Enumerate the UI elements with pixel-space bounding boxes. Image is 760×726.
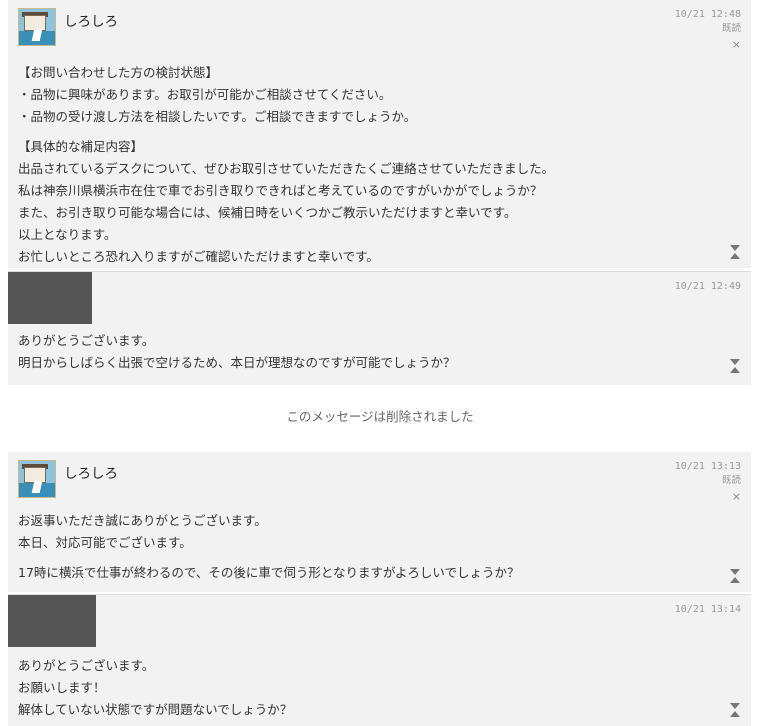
message-line: ・品物の受け渡し方法を相談したいです。ご相談できますでしょうか。	[18, 109, 417, 124]
message-line: 以上となります。	[18, 227, 117, 242]
sender-name[interactable]: しろしろ	[64, 462, 118, 482]
message-line: 私は神奈川県横浜市在住で車でお引き取りできればと考えているのですがいかがでしょう…	[18, 183, 543, 198]
triangle-expand-icon[interactable]	[729, 569, 741, 583]
message-line: お返事いただき誠にありがとうございます。	[18, 513, 267, 528]
read-status: 既読	[721, 475, 741, 486]
message-line: ・品物に興味があります。お取引が可能かご相談させてください。	[18, 87, 392, 102]
message-line: 出品されているデスクについて、ぜひお取引させていただきたくご連絡させていただきま…	[18, 161, 555, 176]
message-item: しろしろ 10/21 12:48 既読 × 【お問い合わせした方の検討状態】 ・…	[8, 0, 751, 268]
read-status: 既読	[721, 23, 741, 34]
message-line: 【お問い合わせした方の検討状態】	[18, 65, 219, 80]
timestamp: 10/21 12:48	[674, 9, 741, 20]
message-meta: 10/21 13:14	[675, 603, 741, 617]
message-body: ありがとうございます。 お願いします！ 解体していない状態ですが問題ないでしょう…	[18, 655, 711, 721]
message-meta: 10/21 12:48 既読 ×	[675, 8, 741, 52]
message-line: 本日、対応可能でございます。	[18, 535, 192, 550]
sender-name[interactable]: しろしろ	[64, 10, 118, 30]
message-item: 10/21 12:49 ありがとうございます。 明日からしばらく出張で空けるため…	[8, 271, 751, 385]
avatar	[8, 272, 92, 324]
triangle-expand-icon[interactable]	[729, 359, 741, 373]
message-line: お願いします！	[18, 680, 106, 695]
message-body: 【お問い合わせした方の検討状態】 ・品物に興味があります。お取引が可能かご相談さ…	[18, 62, 711, 268]
timestamp: 10/21 13:13	[674, 461, 741, 472]
message-line: ありがとうございます。	[18, 658, 155, 673]
user-avatar[interactable]	[18, 8, 56, 46]
message-line: また、お引き取り可能な場合には、候補日時をいくつかご教示いただけますと幸いです。	[18, 205, 517, 220]
message-line: お忙しいところ恐れ入りますがご確認いただけますと幸いです。	[18, 249, 379, 264]
message-thread: しろしろ 10/21 12:48 既読 × 【お問い合わせした方の検討状態】 ・…	[0, 0, 760, 726]
message-line: 明日からしばらく出張で空けるため、本日が理想なのですが可能でしょうか？	[18, 355, 456, 370]
timestamp: 10/21 12:49	[674, 281, 741, 292]
message-body: お返事いただき誠にありがとうございます。 本日、対応可能でございます。 17時に…	[18, 510, 711, 584]
close-icon[interactable]: ×	[675, 490, 741, 504]
triangle-expand-icon[interactable]	[729, 703, 741, 717]
timestamp: 10/21 13:14	[674, 604, 741, 615]
message-line: 解体していない状態ですが問題ないでしょうか？	[18, 702, 293, 717]
message-meta: 10/21 13:13 既読 ×	[675, 460, 741, 504]
message-line: ありがとうございます。	[18, 333, 155, 348]
message-item: 10/21 13:14 ありがとうございます。 お願いします！ 解体していない状…	[8, 594, 751, 726]
message-line: 【具体的な補足内容】	[18, 139, 144, 154]
user-avatar[interactable]	[18, 460, 56, 498]
message-meta: 10/21 12:49	[675, 280, 741, 294]
triangle-expand-icon[interactable]	[729, 245, 741, 259]
message-item: しろしろ 10/21 13:13 既読 × お返事いただき誠にありがとうございま…	[8, 452, 751, 592]
message-body: ありがとうございます。 明日からしばらく出張で空けるため、本日が理想なのですが可…	[18, 330, 711, 374]
close-icon[interactable]: ×	[675, 38, 741, 52]
avatar	[8, 595, 96, 647]
deleted-message-notice: このメッセージは削除されました	[286, 409, 474, 424]
message-line: 17時に横浜で仕事が終わるので、その後に車で伺う形となりますがよろしいでしょうか…	[18, 565, 520, 580]
